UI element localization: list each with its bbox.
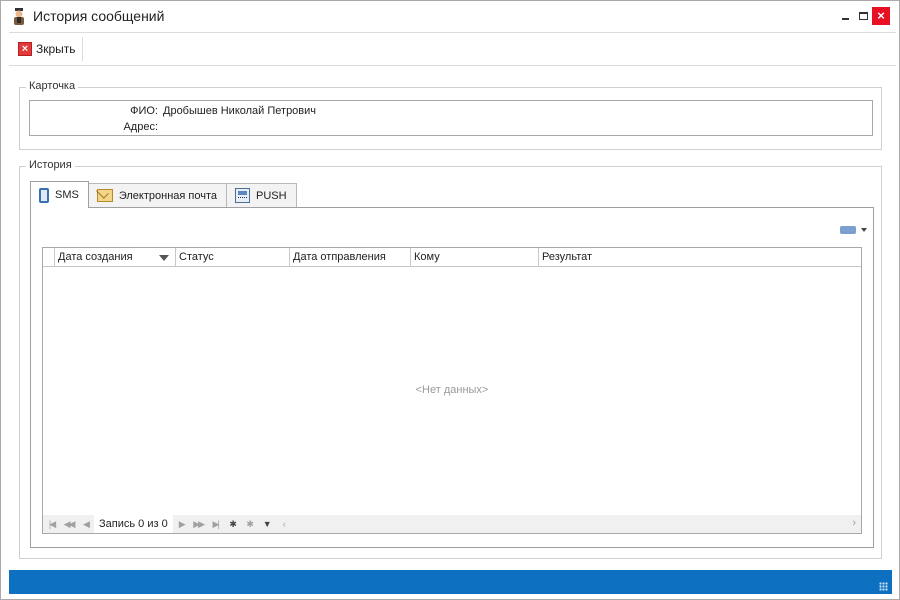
column-header-created-label: Дата создания (58, 251, 133, 263)
filter-icon[interactable]: ▼ (258, 519, 275, 529)
tab-push-label: PUSH (256, 189, 287, 202)
address-label: Адрес: (123, 121, 158, 133)
history-tabs: SMS Электронная почта PUSH (30, 181, 297, 208)
history-legend: История (26, 159, 75, 171)
last-record-icon[interactable]: ▶| (207, 519, 224, 530)
record-counter: Запись 0 из 0 (94, 515, 173, 533)
card-legend: Карточка (26, 80, 79, 92)
tab-email-label: Электронная почта (118, 189, 218, 202)
tab-sms-label: SMS (55, 189, 79, 201)
status-bar (9, 570, 892, 594)
layout-icon (840, 226, 856, 234)
tab-email[interactable]: Электронная почта (87, 183, 228, 207)
append-record-icon[interactable]: ✱ (224, 519, 241, 530)
first-record-icon[interactable]: |◀ (43, 519, 60, 530)
close-icon: × (872, 7, 890, 25)
layout-menu-button[interactable] (840, 224, 870, 236)
fio-label: ФИО: (130, 105, 158, 117)
grid-navigator: |◀ ◀◀ ◀ Запись 0 из 0 ▶ ▶▶ ▶| ✱ ✱ ▼ ‹ › (43, 515, 861, 533)
toolbar: × Зкрыть (9, 32, 896, 66)
window-title: История сообщений (33, 8, 165, 24)
prev-record-icon[interactable]: ◀ (77, 519, 94, 530)
title-bar: История сообщений × (1, 1, 899, 32)
phone-icon (39, 187, 49, 203)
main-window: История сообщений × × Зкрыть Карточка ФИ… (0, 0, 900, 600)
minimize-icon (841, 18, 849, 20)
column-header-recipient-label: Кому (414, 251, 440, 263)
messages-grid: Дата создания Статус Дата отправления Ко… (42, 247, 862, 534)
scroll-left-icon[interactable]: ‹ (275, 519, 292, 529)
column-header-recipient[interactable]: Кому (411, 248, 539, 267)
sms-tab-panel: Дата создания Статус Дата отправления Ко… (30, 207, 874, 548)
agent-icon (14, 8, 24, 25)
resize-grip-icon[interactable] (879, 582, 888, 591)
column-header-status[interactable]: Статус (176, 248, 290, 267)
close-window-button[interactable]: × (869, 5, 893, 27)
close-form-label: Зкрыть (36, 42, 76, 56)
next-page-icon[interactable]: ▶▶ (190, 519, 207, 530)
column-header-result-label: Результат (542, 251, 593, 263)
tab-sms[interactable]: SMS (30, 181, 89, 208)
red-x-icon: × (18, 42, 32, 56)
empty-grid-message: <Нет данных> (415, 384, 489, 396)
column-header-status-label: Статус (179, 251, 214, 263)
push-icon (235, 188, 251, 203)
next-record-icon[interactable]: ▶ (173, 519, 190, 530)
column-header-sent[interactable]: Дата отправления (290, 248, 411, 267)
tab-push[interactable]: PUSH (226, 183, 297, 207)
row-indicator-header (43, 248, 55, 267)
scroll-right-icon[interactable]: › (852, 517, 856, 529)
delete-record-icon[interactable]: ✱ (241, 519, 258, 530)
maximize-icon (858, 12, 868, 20)
history-group: История SMS Электронная почта PUSH Дата … (19, 159, 882, 559)
sort-desc-icon (159, 255, 169, 261)
card-panel: ФИО: Дробышев Николай Петрович Адрес: (29, 100, 873, 136)
column-header-sent-label: Дата отправления (293, 251, 386, 263)
card-group: Карточка ФИО: Дробышев Николай Петрович … (19, 80, 882, 150)
grid-header: Дата создания Статус Дата отправления Ко… (43, 248, 861, 267)
mail-icon (96, 189, 113, 202)
column-header-result[interactable]: Результат (539, 248, 861, 267)
chevron-down-icon (861, 228, 867, 232)
prev-page-icon[interactable]: ◀◀ (60, 519, 77, 530)
fio-value: Дробышев Николай Петрович (163, 105, 317, 117)
close-form-button[interactable]: × Зкрыть (12, 37, 83, 61)
column-header-created[interactable]: Дата создания (55, 248, 176, 267)
